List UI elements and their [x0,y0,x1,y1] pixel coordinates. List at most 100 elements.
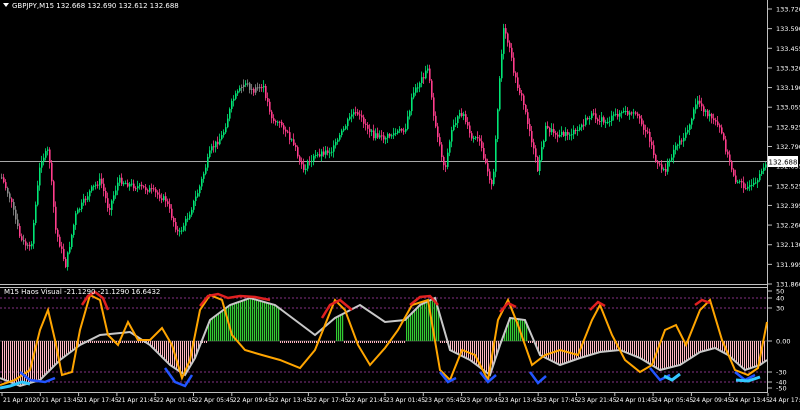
candle-body [401,129,403,131]
candle-body [415,87,417,93]
histogram-bar [286,341,287,343]
histogram-bar [104,341,105,343]
candle-body [317,154,319,156]
histogram-bar [210,320,212,341]
histogram-bar [238,302,240,341]
histogram-bar [276,305,278,341]
candle-body [327,150,329,153]
histogram-bar [320,341,321,343]
candle-body [731,161,733,170]
histogram-bar [682,341,683,364]
candle-body [665,168,667,172]
candle-body [33,222,35,244]
candle-body [155,189,157,193]
time-tick-label: 24 Apr 05:45 [654,397,693,404]
candle-body [237,90,239,94]
candle-body [729,154,731,162]
candle-body [175,222,177,230]
histogram-bar [274,304,276,341]
time-tick-label: 23 Apr 21:45 [578,397,617,404]
histogram-bar [298,341,299,343]
candle-body [637,113,639,116]
dropdown-triangle-icon[interactable] [3,3,9,7]
candle-body [115,190,117,196]
histogram-bar [410,315,412,341]
candle-body [245,83,247,85]
histogram-bar [2,341,3,379]
histogram-bar [272,304,274,341]
candle-body [129,183,131,187]
candle-body [81,202,83,210]
candle-body [483,148,485,159]
candle-body [551,129,553,133]
candle-body [391,135,393,137]
candle-body [573,129,575,135]
candle-body [295,144,297,148]
histogram-bar [352,341,353,343]
candle-body [125,183,127,185]
time-tick-label: 23 Apr 05:45 [424,397,463,404]
candle-body [735,175,737,183]
candle-body [419,83,421,88]
candle-body [85,198,87,200]
candle-body [737,181,739,183]
candle-body [41,161,43,168]
histogram-bar [278,307,280,341]
candle-body [87,196,89,200]
time-tick-label: 24 Apr 09:45 [692,397,731,404]
histogram-bar [680,341,681,365]
candle-body [739,181,741,183]
candle-body [271,111,273,119]
candle-body [373,130,375,139]
candle-body [751,184,753,186]
candle-body [181,230,183,232]
candle-body [5,182,7,189]
histogram-bar [242,300,244,341]
candle-body [123,183,125,185]
trading-chart[interactable]: 133.720 133.590 133.455 133.320 133.190 133.0… [0,0,800,406]
histogram-bar [330,341,331,343]
candle-body [57,229,59,237]
candle-body [333,145,335,152]
candle-body [359,114,361,116]
candle-body [641,118,643,125]
candle-body [733,169,735,176]
candle-body [659,163,661,165]
candle-body [269,101,271,112]
candle-body [589,118,591,120]
candle-body [103,183,105,192]
histogram-bar [636,341,637,357]
histogram-bar [292,341,293,343]
candle-body [111,200,113,210]
candle-body [683,137,685,142]
candle-body [223,132,225,136]
candle-body [171,208,173,218]
histogram-bar [360,341,361,343]
histogram-bar [294,341,295,343]
histogram-bar [332,341,333,343]
histogram-bar [268,303,270,341]
candle-body [239,87,241,91]
histogram-bar [696,341,697,355]
candle-body [185,218,187,226]
candle-body [635,112,637,114]
candle-body [643,124,645,130]
candle-body [179,230,181,232]
candle-body [497,109,499,139]
histogram-bar [280,341,281,343]
time-tick-label: 22 Apr 09:45 [233,397,272,404]
histogram-bar [476,341,477,365]
histogram-bar [218,314,220,341]
candle-body [25,241,27,246]
candle-body [371,130,373,132]
candle-body [163,196,165,201]
histogram-bar [402,341,403,343]
candle-body [543,140,545,148]
candle-body [7,188,9,194]
histogram-bar [180,341,181,372]
candle-body [645,129,647,132]
candle-body [189,214,191,219]
candle-body [253,88,255,93]
candle-body [385,137,387,140]
price-tick-label: 133.455 [776,45,800,53]
